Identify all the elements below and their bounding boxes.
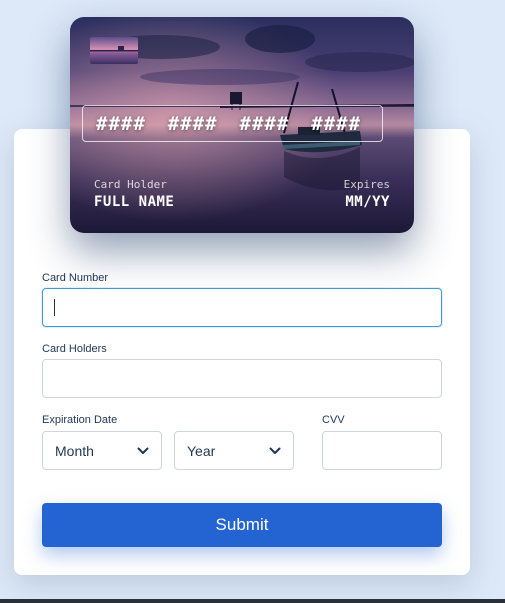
- card-number-group-2: ####: [167, 112, 218, 135]
- year-select-value: Year: [187, 442, 216, 459]
- card-expires-label: Expires: [343, 178, 390, 191]
- card-number-group-4: ####: [311, 112, 362, 135]
- month-select-value: Month: [55, 442, 94, 459]
- chevron-down-icon: [137, 447, 149, 454]
- cvv-label: CVV: [322, 414, 345, 426]
- submit-button[interactable]: Submit: [42, 503, 442, 547]
- card-number-group-3: ####: [239, 112, 290, 135]
- card-holders-label: Card Holders: [42, 343, 107, 355]
- card-number-label: Card Number: [42, 272, 109, 284]
- year-select[interactable]: Year: [174, 431, 294, 470]
- card-number-display: #### #### #### ####: [82, 105, 383, 142]
- text-caret: [54, 299, 55, 316]
- month-select[interactable]: Month: [42, 431, 162, 470]
- cvv-input[interactable]: [322, 431, 442, 470]
- chip-thumbnail-icon: [90, 37, 138, 64]
- card-number-group-1: ####: [96, 112, 146, 135]
- card-number-input[interactable]: [42, 288, 442, 327]
- expiration-date-label: Expiration Date: [42, 414, 118, 426]
- card-holder-label: Card Holder: [94, 178, 167, 191]
- card-holders-input[interactable]: [42, 359, 442, 398]
- bottom-edge-divider: [0, 599, 505, 603]
- credit-card-preview: #### #### #### #### Card Holder FULL NAM…: [70, 17, 414, 233]
- chevron-down-icon: [269, 447, 281, 454]
- card-expires-value: MM/YY: [345, 194, 390, 210]
- card-holder-value: FULL NAME: [94, 194, 175, 210]
